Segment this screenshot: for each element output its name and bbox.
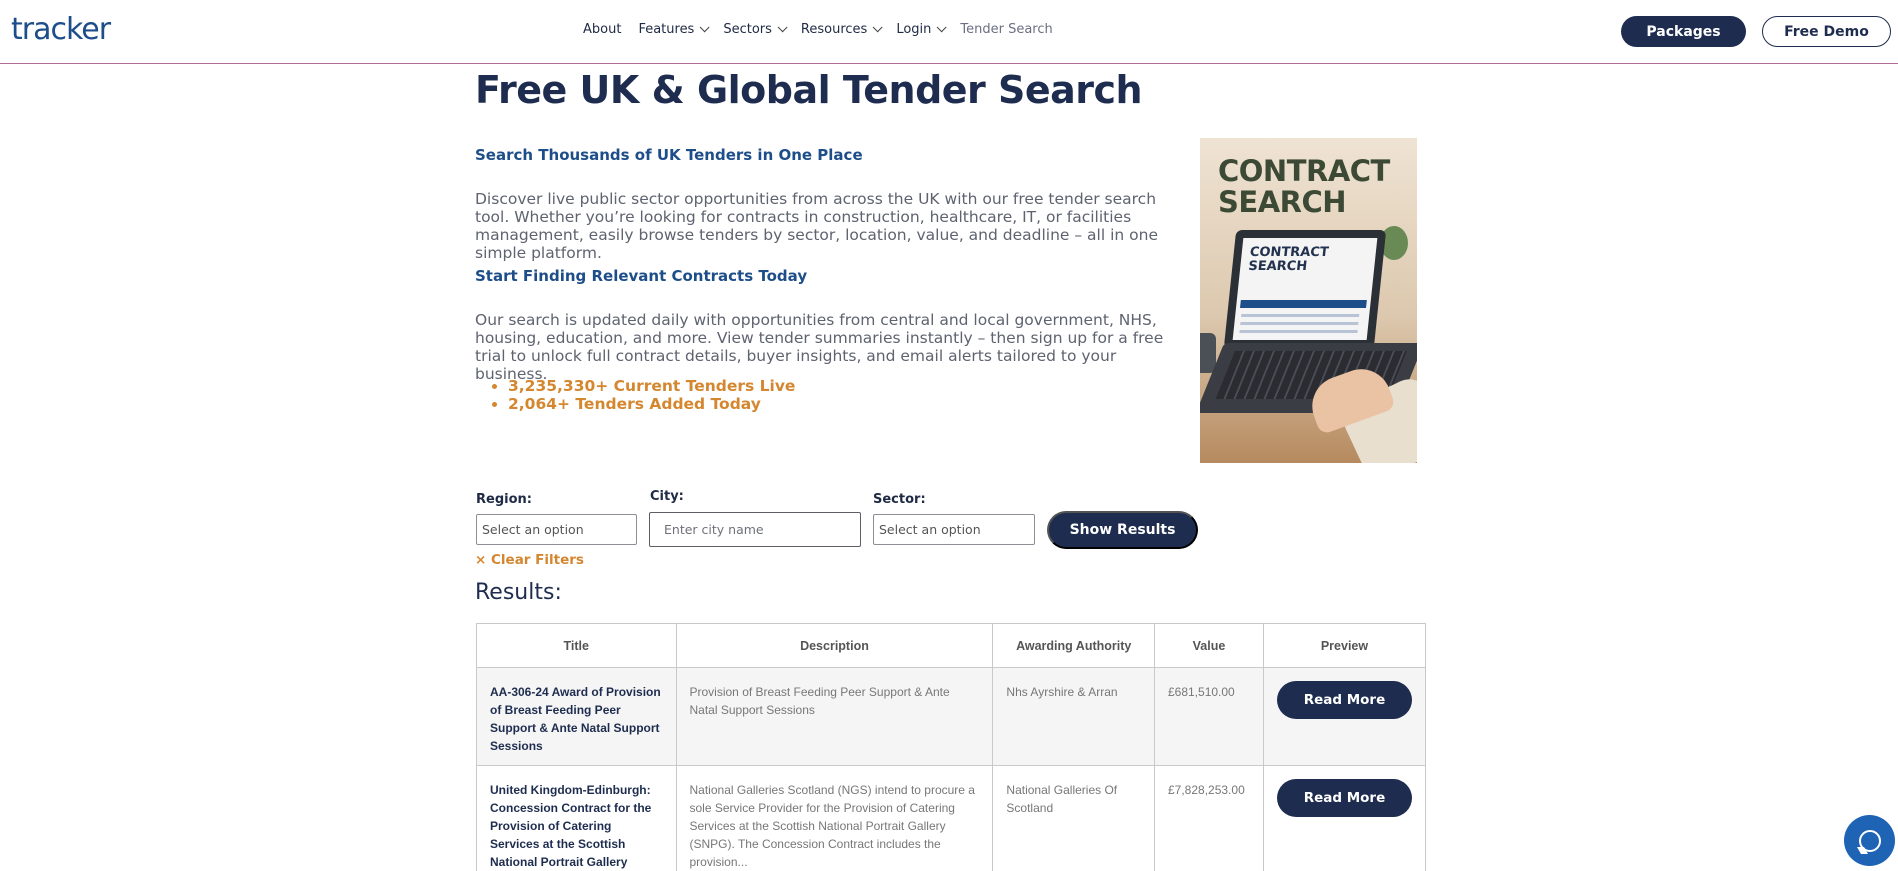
column-header-value: Value bbox=[1154, 623, 1264, 668]
nav-item-label: Resources bbox=[800, 22, 868, 37]
awarding-authority: Nhs Ayrshire & Arran bbox=[992, 667, 1155, 766]
chat-button[interactable] bbox=[1844, 815, 1895, 866]
promo-title: CONTRACT SEARCH bbox=[1218, 156, 1390, 218]
table-header-row: Title Description Awarding Authority Val… bbox=[476, 623, 1427, 668]
clear-filters-link[interactable]: × Clear Filters bbox=[475, 552, 584, 568]
stat-added-today: 2,064+ Tenders Added Today bbox=[508, 395, 795, 413]
nav-item-label: About bbox=[583, 22, 622, 37]
sector-label: Sector: bbox=[873, 492, 926, 507]
promo-title-line: SEARCH bbox=[1218, 185, 1347, 219]
nav-item-sectors[interactable]: Sectors bbox=[723, 22, 788, 37]
sector-select[interactable]: Select an option bbox=[873, 514, 1035, 545]
main-menu: About Features Sectors Resources Login T… bbox=[583, 22, 1070, 37]
preview-cell: Read More bbox=[1262, 667, 1427, 766]
page-title: Free UK & Global Tender Search bbox=[475, 68, 1143, 112]
show-results-button[interactable]: Show Results bbox=[1047, 511, 1198, 549]
chevron-down-icon bbox=[937, 22, 947, 33]
chevron-down-icon bbox=[872, 22, 883, 33]
chevron-down-icon bbox=[700, 22, 710, 33]
packages-button[interactable]: Packages bbox=[1621, 16, 1746, 47]
read-more-button[interactable]: Read More bbox=[1276, 681, 1412, 719]
tender-title: AA-306-24 Award of Provision of Breast F… bbox=[476, 667, 677, 766]
top-navigation: tracker About Features Sectors Resources… bbox=[0, 0, 1898, 64]
awarding-authority: National Galleries Of Scotland bbox=[992, 765, 1155, 871]
region-select[interactable]: Select an option bbox=[476, 514, 637, 545]
chat-bubble-icon bbox=[1858, 829, 1881, 852]
laptop-screen-title: CONTRACT SEARCH bbox=[1247, 245, 1330, 274]
free-demo-button[interactable]: Free Demo bbox=[1762, 16, 1891, 47]
details-paragraph: Our search is updated daily with opportu… bbox=[475, 311, 1164, 383]
results-heading: Results: bbox=[475, 580, 562, 605]
section-heading-start: Start Finding Relevant Contracts Today bbox=[475, 267, 808, 285]
tender-title: United Kingdom-Edinburgh: Concession Con… bbox=[476, 765, 677, 871]
intro-paragraph: Discover live public sector opportunitie… bbox=[475, 190, 1158, 262]
stats-list: 3,235,330+ Current Tenders Live 2,064+ T… bbox=[508, 377, 795, 413]
screen-bar bbox=[1240, 300, 1367, 308]
region-label: Region: bbox=[476, 492, 532, 507]
column-header-authority: Awarding Authority bbox=[992, 623, 1155, 668]
nav-item-resources[interactable]: Resources bbox=[800, 22, 883, 37]
nav-item-tender-search[interactable]: Tender Search bbox=[960, 22, 1052, 37]
column-header-description: Description bbox=[675, 623, 994, 668]
table-row: AA-306-24 Award of Provision of Breast F… bbox=[476, 667, 1427, 766]
column-header-title: Title bbox=[476, 623, 677, 668]
tracker-logo[interactable]: tracker bbox=[11, 12, 111, 47]
city-input[interactable] bbox=[649, 512, 861, 547]
read-more-button[interactable]: Read More bbox=[1276, 779, 1412, 817]
city-label: City: bbox=[650, 489, 684, 504]
nav-item-label: Login bbox=[896, 22, 932, 37]
nav-item-label: Features bbox=[638, 22, 695, 37]
laptop-graphic: CONTRACT SEARCH bbox=[1223, 230, 1387, 348]
column-header-preview: Preview bbox=[1262, 623, 1427, 668]
tender-description: National Galleries Scotland (NGS) intend… bbox=[675, 765, 994, 871]
promo-title-line: CONTRACT bbox=[1218, 154, 1390, 188]
tender-description: Provision of Breast Feeding Peer Support… bbox=[675, 667, 994, 766]
nav-item-features[interactable]: Features bbox=[638, 22, 710, 37]
stat-current-tenders: 3,235,330+ Current Tenders Live bbox=[508, 377, 795, 395]
nav-item-about[interactable]: About bbox=[583, 22, 621, 37]
results-table: Title Description Awarding Authority Val… bbox=[476, 623, 1427, 871]
section-heading-search: Search Thousands of UK Tenders in One Pl… bbox=[475, 146, 863, 164]
tender-value: £681,510.00 bbox=[1154, 667, 1264, 766]
contract-search-promo-image: CONTRACT SEARCH CONTRACT SEARCH bbox=[1200, 138, 1417, 463]
preview-cell: Read More bbox=[1262, 765, 1427, 871]
chevron-down-icon bbox=[777, 22, 788, 33]
nav-item-label: Tender Search bbox=[960, 22, 1053, 37]
tender-value: £7,828,253.00 bbox=[1154, 765, 1264, 871]
nav-item-label: Sectors bbox=[723, 22, 772, 37]
nav-item-login[interactable]: Login bbox=[896, 22, 947, 37]
table-row: United Kingdom-Edinburgh: Concession Con… bbox=[476, 765, 1427, 871]
